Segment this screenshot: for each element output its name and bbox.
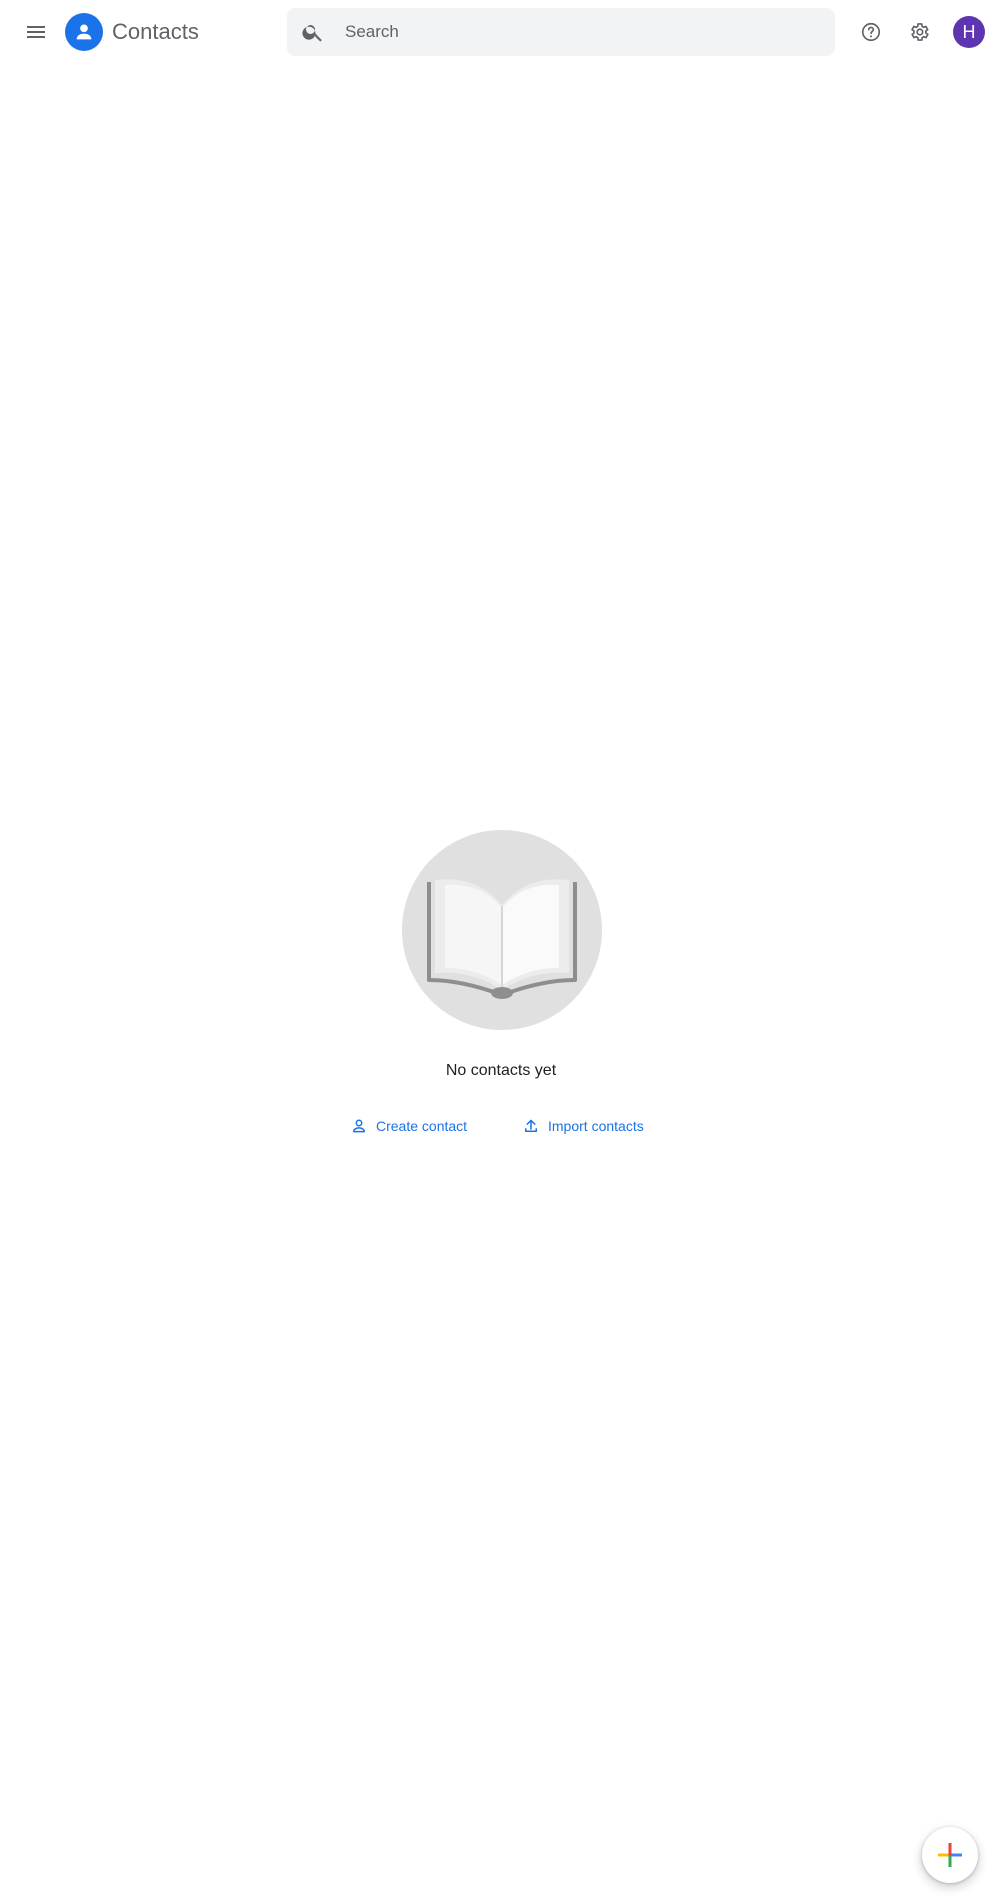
import-contacts-label: Import contacts (548, 1118, 644, 1134)
help-circle-icon (861, 22, 881, 42)
top-app-bar: Contacts H (0, 0, 1000, 64)
search-input[interactable] (345, 8, 815, 56)
person-outline-icon (353, 1119, 365, 1133)
plus-icon (938, 1843, 962, 1867)
import-contacts-button[interactable]: Import contacts (522, 1110, 644, 1142)
menu-icon (27, 26, 45, 38)
account-avatar[interactable]: H (953, 16, 985, 48)
search-bar[interactable] (287, 8, 835, 56)
upload-icon (525, 1119, 537, 1132)
search-icon (302, 25, 322, 42)
gear-icon (911, 23, 929, 41)
empty-state-illustration (402, 830, 602, 1030)
search-button[interactable] (293, 12, 333, 52)
contacts-logo[interactable] (65, 13, 103, 51)
main-menu-button[interactable] (16, 12, 56, 52)
app-title: Contacts (112, 19, 199, 44)
help-button[interactable] (852, 13, 890, 51)
empty-state-message: No contacts yet (445, 1062, 557, 1079)
settings-button[interactable] (900, 13, 938, 51)
contacts-person-icon (76, 24, 92, 40)
create-contact-fab[interactable] (922, 1827, 978, 1883)
create-contact-label: Create contact (376, 1118, 468, 1134)
create-contact-button[interactable]: Create contact (350, 1110, 467, 1142)
open-book-icon (427, 879, 577, 999)
